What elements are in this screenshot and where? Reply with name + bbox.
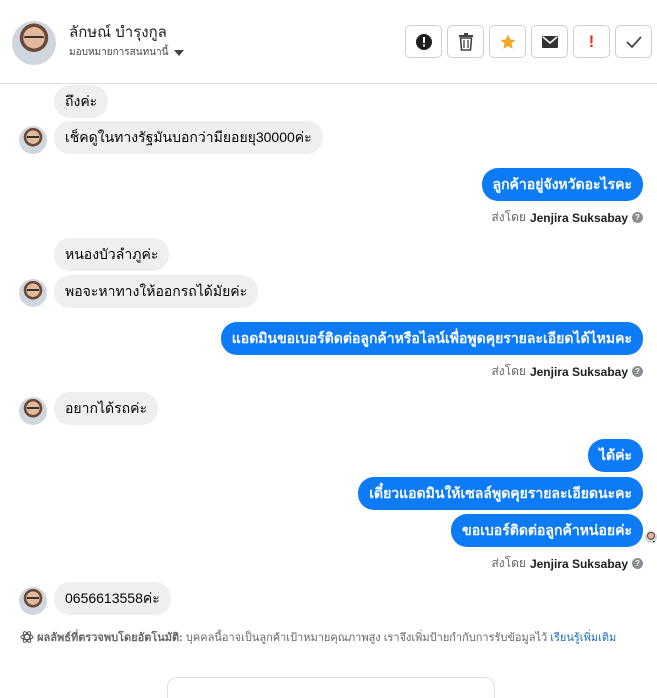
message-row: แอดมินขอเบอร์ติดต่อลูกค้าหรือไลน์เพื่อพู… <box>220 322 643 355</box>
sent-by-agent: Jenjira Suksabay <box>529 364 628 379</box>
message-row: ถึงค่ะ <box>54 85 109 118</box>
contact-name[interactable]: ลักษณ์ บำรุงกูล <box>69 20 167 44</box>
caret-down-icon <box>174 49 185 56</box>
seen-avatar <box>645 531 657 543</box>
message-row: เดี๋ยวแอดมินให้เซลล์พูดคุยรายละเอียดนะคะ <box>358 477 643 510</box>
learn-more-link[interactable]: เรียนรู้เพิ่มเติม <box>550 632 616 644</box>
exclamation-icon: ! <box>588 31 595 51</box>
check-icon <box>625 35 642 48</box>
contact-avatar-small[interactable] <box>19 126 47 154</box>
auto-detected-text: บุคคลนี้อาจเป็นลูกค้าเป้าหมายคุณภาพสูง เ… <box>185 632 548 644</box>
incoming-message[interactable]: เช็คดูในทางรัฐมันบอกว่ามียอยยุ30000ค่ะ <box>54 121 323 154</box>
envelope-icon <box>541 35 558 48</box>
message-row: 0656613558ค่ะ <box>54 582 171 615</box>
message-row: หนองบัวลำภูค่ะ <box>54 238 170 271</box>
message-row: ได้ค่ะ <box>587 439 643 472</box>
sent-by-agent: Jenjira Suksabay <box>529 556 628 571</box>
message-composer[interactable] <box>167 677 495 698</box>
message-row: เช็คดูในทางรัฐมันบอกว่ามียอยยุ30000ค่ะ <box>54 121 323 154</box>
star-button[interactable] <box>489 25 526 58</box>
mark-unread-button[interactable] <box>531 25 568 58</box>
conversation-header: ลักษณ์ บำรุงกูล มอบหมายการสนทนานี้ ! <box>0 0 657 84</box>
message-thread: ถึงค่ะ เช็คดูในทางรัฐมันบอกว่ามียอยยุ300… <box>0 84 657 698</box>
message-row: พอจะหาทางให้ออกรถได้มัยค่ะ <box>54 275 259 308</box>
sent-by-prefix: ส่งโดย <box>491 210 526 224</box>
delete-button[interactable] <box>447 25 484 58</box>
outgoing-message[interactable]: ได้ค่ะ <box>587 439 643 472</box>
message-row: ลูกค้าอยู่จังหวัดอะไรคะ <box>481 168 643 201</box>
incoming-message[interactable]: อยากได้รถค่ะ <box>54 392 158 425</box>
sent-by-label: ส่งโดย Jenjira Suksabay ? <box>491 208 643 227</box>
sent-by-agent: Jenjira Suksabay <box>529 210 628 225</box>
trash-icon <box>458 32 473 51</box>
outgoing-message[interactable]: แอดมินขอเบอร์ติดต่อลูกค้าหรือไลน์เพื่อพู… <box>220 322 643 355</box>
incoming-message[interactable]: ถึงค่ะ <box>54 85 109 118</box>
message-row: ขอเบอร์ติดต่อลูกค้าหน่อยค่ะ <box>451 514 643 547</box>
incoming-message[interactable]: หนองบัวลำภูค่ะ <box>54 238 170 271</box>
sent-by-prefix: ส่งโดย <box>491 556 526 570</box>
sent-by-label: ส่งโดย Jenjira Suksabay ? <box>491 362 643 381</box>
contact-avatar-small[interactable] <box>19 397 47 425</box>
outgoing-message[interactable]: ลูกค้าอยู่จังหวัดอะไรคะ <box>481 168 643 201</box>
sent-by-label: ส่งโดย Jenjira Suksabay ? <box>491 554 643 573</box>
outgoing-message[interactable]: เดี๋ยวแอดมินให้เซลล์พูดคุยรายละเอียดนะคะ <box>358 477 643 510</box>
message-row: อยากได้รถค่ะ <box>54 392 158 425</box>
auto-detected-label: ผลลัพธ์ที่ตรวจพบโดยอัตโนมัติ: <box>37 632 183 644</box>
help-icon[interactable]: ? <box>632 366 643 377</box>
atom-icon <box>20 631 34 643</box>
help-icon[interactable]: ? <box>632 558 643 569</box>
incoming-message[interactable]: พอจะหาทางให้ออกรถได้มัยค่ะ <box>54 275 259 308</box>
incoming-message[interactable]: 0656613558ค่ะ <box>54 582 171 615</box>
contact-avatar-small[interactable] <box>19 587 47 615</box>
sent-by-prefix: ส่งโดย <box>491 364 526 378</box>
spam-button[interactable] <box>405 25 442 58</box>
outgoing-message[interactable]: ขอเบอร์ติดต่อลูกค้าหน่อยค่ะ <box>451 514 643 547</box>
assign-label: มอบหมายการสนทนานี้ <box>69 47 169 58</box>
auto-detected-result: ผลลัพธ์ที่ตรวจพบโดยอัตโนมัติ: บุคคลนี้อา… <box>20 629 645 647</box>
star-icon <box>500 34 515 49</box>
important-button[interactable]: ! <box>573 25 610 58</box>
contact-avatar-small[interactable] <box>19 279 47 307</box>
contact-avatar[interactable] <box>12 21 56 65</box>
header-actions: ! <box>405 25 652 58</box>
done-button[interactable] <box>615 25 652 58</box>
assign-conversation-dropdown[interactable]: มอบหมายการสนทนานี้ <box>69 45 185 60</box>
help-icon[interactable]: ? <box>632 212 643 223</box>
alert-circle-icon <box>415 33 432 50</box>
